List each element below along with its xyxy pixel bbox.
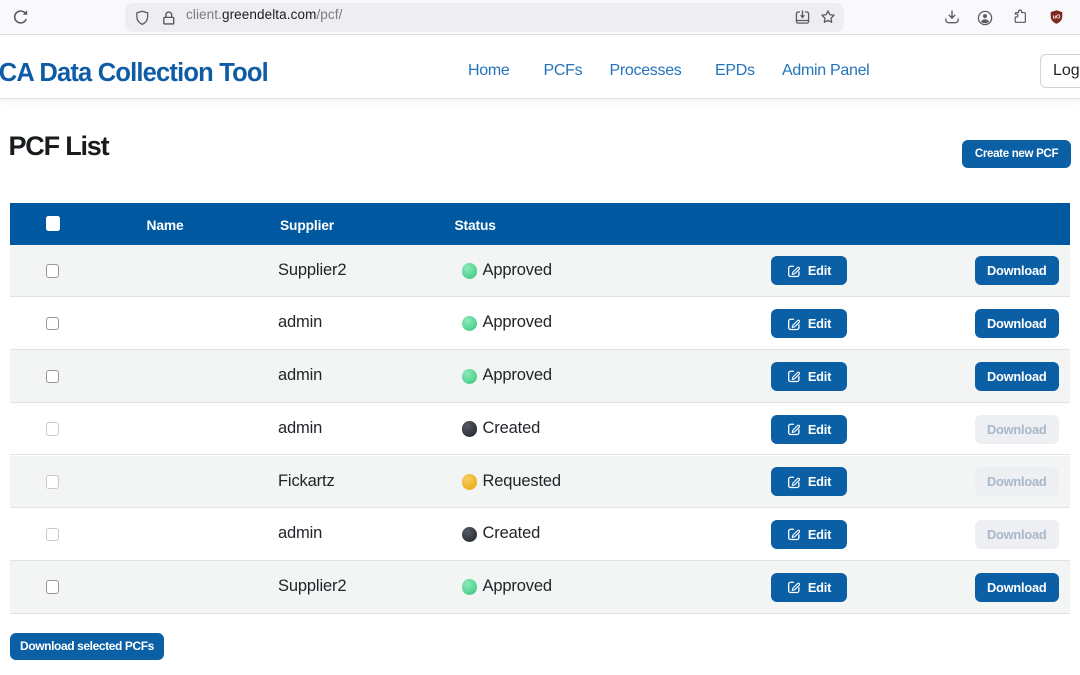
svg-text:uO: uO: [1053, 14, 1061, 20]
